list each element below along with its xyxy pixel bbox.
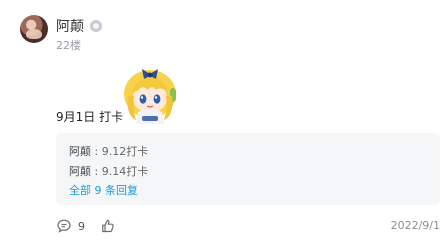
reply-box: 阿颠 : 9.12打卡 阿颠 : 9.14打卡 全部 9 条回复 bbox=[56, 133, 440, 205]
all-replies-link[interactable]: 全部 9 条回复 bbox=[69, 182, 138, 198]
reply-author[interactable]: 阿颠 bbox=[69, 145, 91, 158]
comment-icon bbox=[57, 219, 71, 233]
reply-separator: : bbox=[91, 145, 102, 158]
post-footer: 9 2022/9/1 bbox=[56, 218, 440, 236]
comment-count: 9 bbox=[78, 219, 85, 233]
floor-number: 22楼 bbox=[56, 39, 81, 52]
reply-text: 9.12打卡 bbox=[101, 145, 149, 158]
reply-item[interactable]: 阿颠 : 9.14打卡 bbox=[69, 163, 148, 179]
username-row: 阿颠 bbox=[56, 16, 102, 36]
reply-text: 9.14打卡 bbox=[101, 165, 149, 178]
reply-item[interactable]: 阿颠 : 9.12打卡 bbox=[69, 143, 148, 159]
reply-author[interactable]: 阿颠 bbox=[69, 165, 91, 178]
avatar[interactable] bbox=[20, 15, 48, 43]
comment-button[interactable]: 9 bbox=[56, 218, 85, 234]
user-badge-icon bbox=[90, 20, 102, 32]
post-text: 9月1日 打卡 bbox=[56, 110, 124, 124]
like-button[interactable] bbox=[100, 218, 116, 234]
reply-separator: : bbox=[91, 165, 102, 178]
sticker-image bbox=[124, 69, 176, 124]
thumbs-up-icon bbox=[102, 219, 114, 233]
username[interactable]: 阿颠 bbox=[56, 16, 84, 36]
post-date: 2022/9/1 bbox=[390, 219, 440, 232]
